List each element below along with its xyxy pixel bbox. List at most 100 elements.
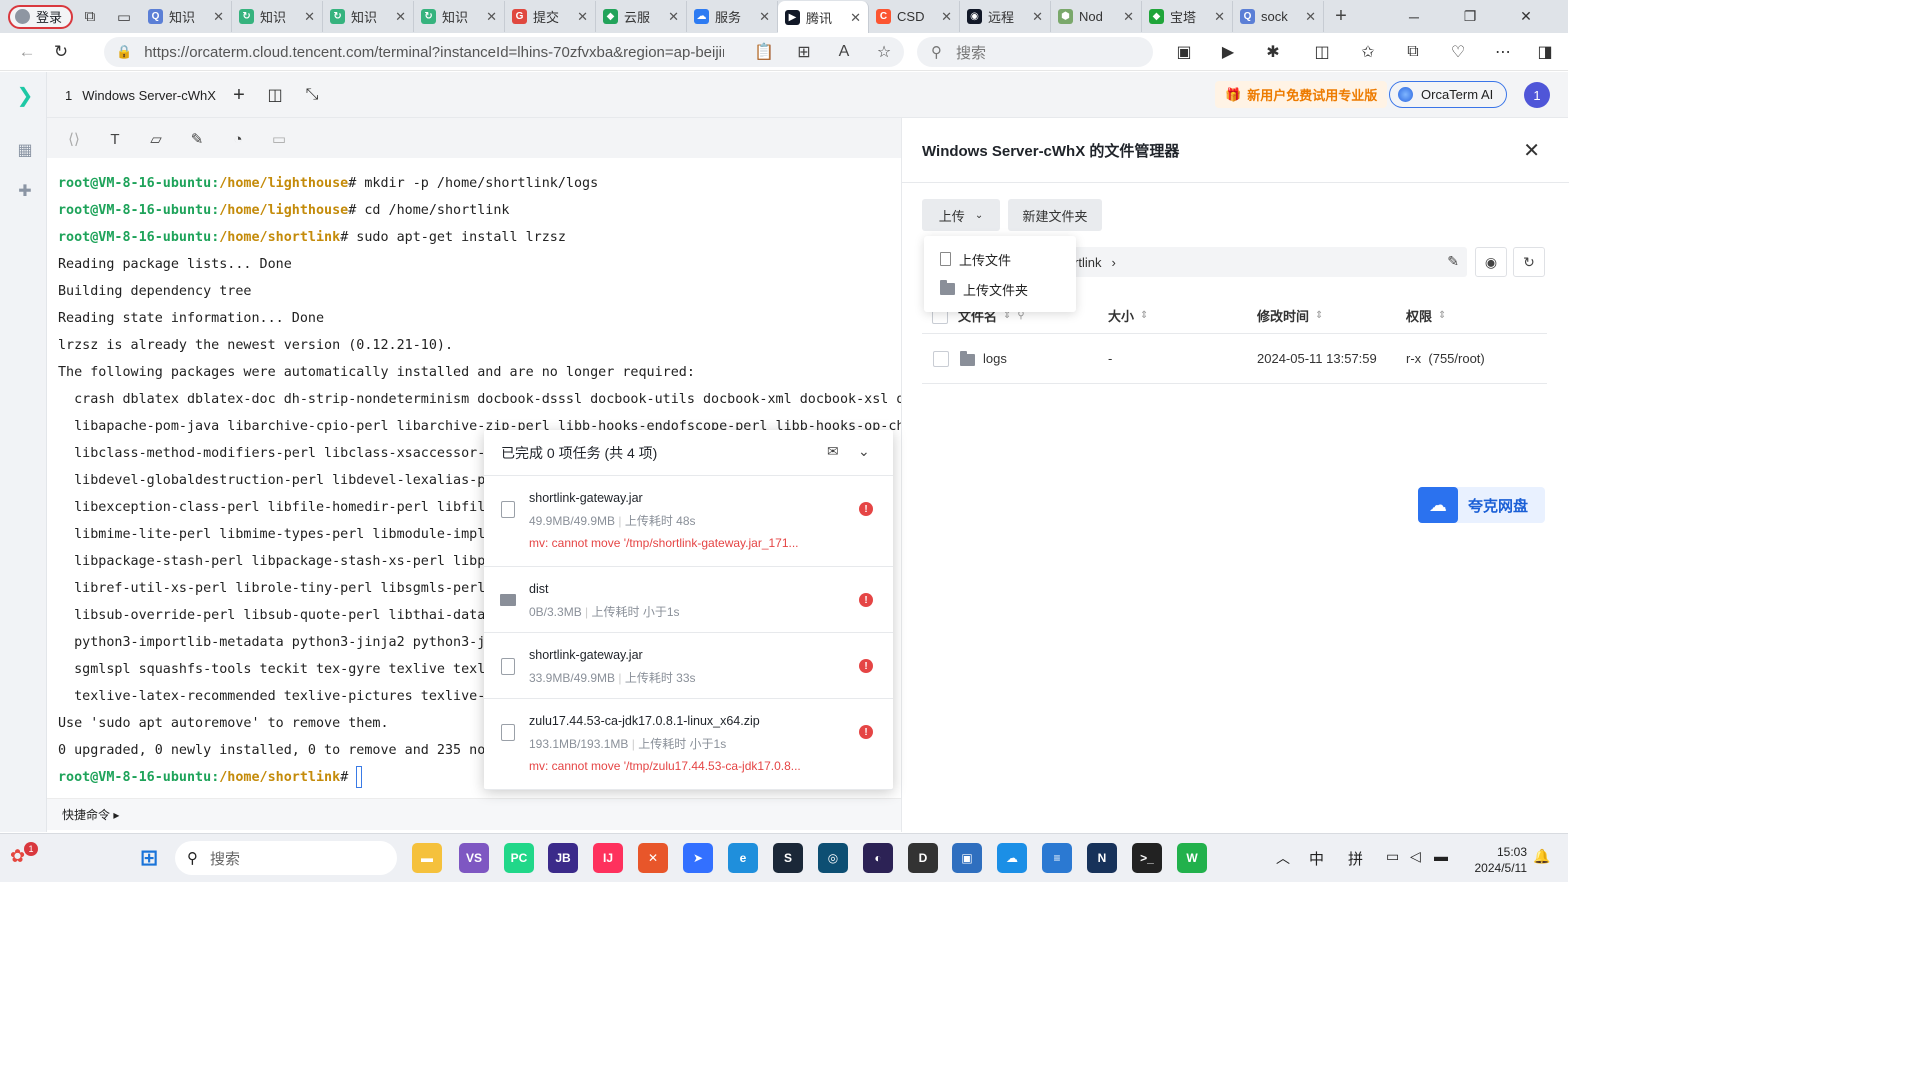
chart-icon[interactable]: ▭ [268, 128, 290, 150]
expand-icon[interactable]: ⤡ [300, 83, 324, 107]
close-tab-icon[interactable]: ✕ [941, 9, 952, 25]
performance-icon[interactable]: ♡ [1438, 37, 1478, 67]
close-tab-icon[interactable]: ✕ [486, 9, 497, 25]
folder-icon[interactable]: ▱ [145, 128, 167, 150]
cloud-icon[interactable]: ☁ [997, 843, 1027, 873]
close-tab-icon[interactable]: ✕ [213, 9, 224, 25]
close-tab-icon[interactable]: ✕ [577, 9, 588, 25]
hide-icon[interactable]: ◉ [1475, 247, 1507, 277]
upload-task-item[interactable]: zulu17.44.53-ca-jdk17.0.8.1-linux_x64.zi… [484, 699, 893, 790]
sidebar-icon[interactable]: ◨ [1525, 37, 1565, 67]
dell-icon[interactable]: D [908, 843, 938, 873]
clear-tasks-icon[interactable]: ✉ [827, 443, 839, 460]
browser-tab[interactable]: ↻ 知识 ✕ [232, 1, 324, 32]
minimize-icon[interactable]: ─ [1386, 0, 1442, 33]
xmind-icon[interactable]: ✕ [638, 843, 668, 873]
kuake-cloud-button[interactable]: ☁ 夸克网盘 [1418, 487, 1545, 523]
profile-button[interactable]: 登录 [8, 4, 74, 29]
new-tab-icon[interactable]: + [1324, 2, 1358, 32]
orca-ai-button[interactable]: OrcaTerm AI [1389, 81, 1507, 108]
close-tab-icon[interactable]: ✕ [1123, 9, 1134, 25]
error-icon[interactable]: ! [859, 593, 873, 607]
edit-icon[interactable]: ✎ [186, 128, 208, 150]
pycharm-icon[interactable]: PC [504, 843, 534, 873]
ime-pinyin[interactable]: 拼 [1348, 848, 1363, 869]
quick-commands-bar[interactable]: 快捷命令 ▸ [47, 798, 901, 830]
browser-tab[interactable]: ↻ 知识 ✕ [323, 1, 415, 32]
collections-icon[interactable]: ⧉ [1393, 37, 1433, 67]
taskbar-search-input[interactable]: ⚲ 搜索 [175, 841, 397, 875]
favorites-icon[interactable]: ✩ [1348, 37, 1388, 67]
jetbrains-icon[interactable]: JB [548, 843, 578, 873]
upload-task-item[interactable]: shortlink-gateway.jar 33.9MB/49.9MB | 上传耗… [484, 633, 893, 699]
read-aloud-icon[interactable]: A [824, 43, 864, 61]
user-avatar[interactable]: 1 [1524, 82, 1550, 108]
close-icon[interactable]: ✕ [1523, 138, 1540, 163]
close-tab-icon[interactable]: ✕ [850, 10, 861, 26]
apps-icon[interactable]: ⊞ [784, 42, 824, 62]
ime-mode[interactable]: 中 [1309, 848, 1324, 869]
column-permission[interactable]: 权限 ⇕ [1406, 306, 1446, 325]
terminal-icon[interactable]: >_ [1132, 843, 1162, 873]
browser-search-input[interactable]: ⚲ 搜索 [917, 37, 1153, 67]
code-icon[interactable]: ⟨⟩ [63, 128, 85, 150]
weather-icon[interactable]: ✿ [10, 846, 25, 867]
browser-tab[interactable]: ↻ 知识 ✕ [414, 1, 506, 32]
upload-button[interactable]: 上传 ⌄ [922, 199, 1000, 231]
monitor-gauge-icon[interactable]: ◔ [227, 128, 249, 150]
file-name-cell[interactable]: logs [960, 350, 1007, 366]
file-explorer-icon[interactable]: ▬ [412, 843, 442, 873]
clock[interactable]: 15:03 2024/5/11 [1467, 844, 1528, 876]
tab-actions-icon[interactable]: ▭ [107, 2, 141, 32]
sort-icon[interactable]: ⇕ [1315, 310, 1323, 321]
path-segment[interactable]: rtlink [1074, 255, 1101, 270]
browser-tab[interactable]: Q 知识 ✕ [141, 1, 233, 32]
browser-tab[interactable]: ◆ 宝塔 ✕ [1142, 1, 1234, 32]
upload-folder-menu-item[interactable]: 上传文件夹 [940, 278, 1028, 300]
sort-icon[interactable]: ⇕ [1140, 310, 1148, 321]
close-tab-icon[interactable]: ✕ [1032, 9, 1043, 25]
dashboard-icon[interactable]: ▦ [14, 139, 36, 161]
close-tab-icon[interactable]: ✕ [304, 9, 315, 25]
close-tab-icon[interactable]: ✕ [395, 9, 406, 25]
text-format-icon[interactable]: T [104, 128, 126, 150]
browser-tab[interactable]: ◉ 远程 ✕ [960, 1, 1052, 32]
app-ring-icon[interactable]: ◎ [818, 843, 848, 873]
start-menu-icon[interactable]: ⊞ [134, 843, 164, 873]
browser-tab[interactable]: ▶ 腾讯 ✕ [778, 1, 870, 34]
reload-icon[interactable]: ↻ [44, 37, 78, 67]
browser-tab[interactable]: Qsock ✕ [1233, 1, 1325, 32]
back-icon[interactable]: ← [10, 37, 44, 67]
new-folder-button[interactable]: 新建文件夹 [1008, 199, 1102, 231]
upload-file-menu-item[interactable]: 上传文件 [940, 248, 1011, 270]
promo-banner[interactable]: 🎁 新用户免费试用专业版 [1215, 81, 1388, 108]
notepad-icon[interactable]: ≡ [1042, 843, 1072, 873]
extensions-puzzle-icon[interactable]: ✱ [1253, 37, 1293, 67]
notifications-icon[interactable]: 🔔 [1533, 848, 1550, 865]
play-icon[interactable]: ▶ [1208, 37, 1248, 67]
network-icon[interactable]: ▭ [1386, 848, 1399, 865]
tray-expand-icon[interactable]: ︿ [1276, 848, 1290, 868]
edge-icon[interactable]: e [728, 843, 758, 873]
add-session-icon[interactable]: + [227, 83, 251, 107]
close-tab-icon[interactable]: ✕ [759, 9, 770, 25]
favorite-star-icon[interactable]: ☆ [864, 42, 904, 62]
session-tab[interactable]: 1 Windows Server-cWhX [55, 78, 226, 112]
browser-tab[interactable]: C CSD ✕ [869, 1, 961, 32]
refresh-icon[interactable]: ↻ [1513, 247, 1545, 277]
workspaces-icon[interactable]: ⧉ [73, 2, 107, 32]
edit-path-icon[interactable]: ✎ [1447, 253, 1459, 270]
clipboard-icon[interactable]: 📋 [744, 42, 784, 62]
wechat-icon[interactable]: W [1177, 843, 1207, 873]
battery-icon[interactable]: ▬ [1434, 848, 1448, 864]
remote-desktop-icon[interactable]: ▣ [952, 843, 982, 873]
browser-tab[interactable]: G 提交 ✕ [505, 1, 597, 32]
split-screen-icon[interactable]: ◫ [1302, 37, 1342, 67]
table-row[interactable]: logs - 2024-05-11 13:57:59 r-x (755/root… [922, 336, 1547, 384]
close-tab-icon[interactable]: ✕ [668, 9, 679, 25]
error-icon[interactable]: ! [859, 725, 873, 739]
error-icon[interactable]: ! [859, 659, 873, 673]
browser-tab[interactable]: ◆ 云服 ✕ [596, 1, 688, 32]
sort-icon[interactable]: ⇕ [1438, 310, 1446, 321]
collapse-icon[interactable]: ⌄ [858, 443, 870, 460]
